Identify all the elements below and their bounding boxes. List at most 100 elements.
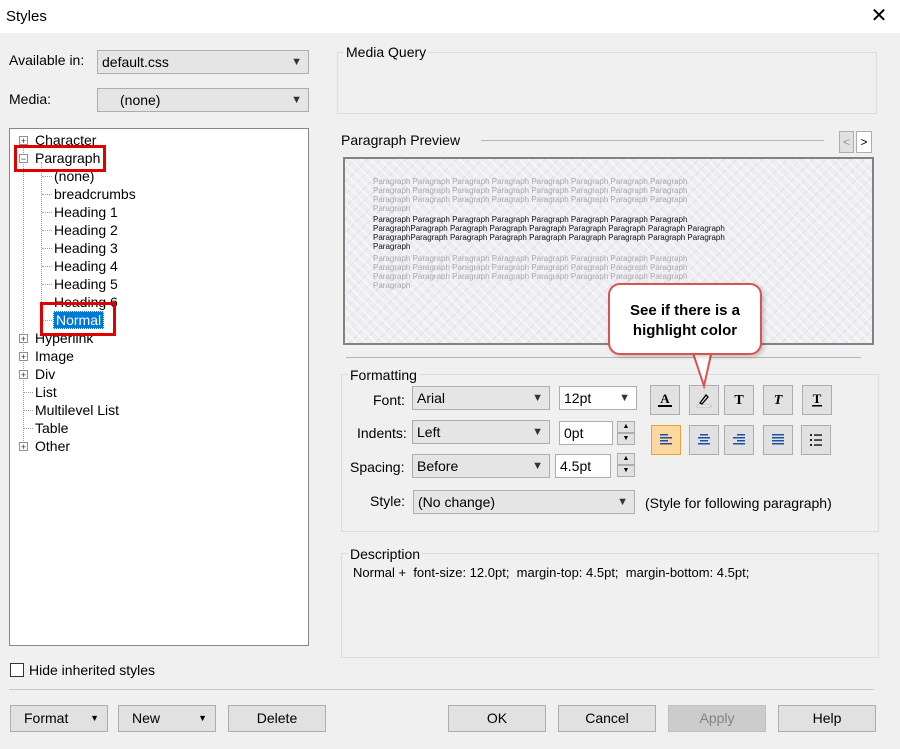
chevron-down-icon: ▼: [617, 496, 628, 508]
font-color-icon[interactable]: A: [650, 385, 680, 415]
description-label: Description: [348, 546, 423, 562]
spacing-label: Spacing:: [350, 459, 405, 475]
highlight-box-paragraph: [14, 145, 106, 172]
tree-item-heading-3[interactable]: Heading 3: [54, 240, 118, 256]
media-query-label: Media Query: [344, 44, 429, 60]
formatting-divider: [346, 357, 861, 358]
preview-text-after: Paragraph: [373, 281, 411, 290]
help-button[interactable]: Help: [778, 705, 876, 732]
tree-item-heading-1[interactable]: Heading 1: [54, 204, 118, 220]
font-select[interactable]: Arial ▼: [412, 386, 550, 410]
preview-divider: [481, 140, 824, 141]
hide-inherited-label: Hide inherited styles: [29, 662, 156, 678]
style-note: (Style for following paragraph): [645, 495, 832, 511]
dropdown-arrow-icon: ▼: [90, 713, 99, 723]
expand-plus-icon[interactable]: +: [19, 136, 28, 146]
delete-button[interactable]: Delete: [228, 705, 326, 732]
spin-up-icon[interactable]: ▲: [617, 453, 635, 465]
font-value: Arial: [417, 390, 446, 406]
spacing-value: Before: [417, 458, 459, 474]
svg-text:T: T: [813, 391, 822, 406]
expand-plus-icon[interactable]: +: [19, 334, 28, 344]
cancel-button[interactable]: Cancel: [558, 705, 656, 732]
svg-text:T: T: [774, 393, 784, 408]
style-select[interactable]: (No change) ▼: [413, 490, 635, 514]
available-in-select[interactable]: default.css ▼: [97, 50, 309, 74]
new-button-label: New: [132, 710, 161, 726]
svg-text:A: A: [660, 391, 670, 406]
tree-item-div[interactable]: Div: [35, 366, 55, 382]
chevron-down-icon: ▼: [291, 56, 302, 68]
available-in-label: Available in:: [9, 52, 85, 68]
hide-inherited-checkbox[interactable]: [10, 663, 24, 677]
available-in-value: default.css: [102, 54, 169, 70]
preview-prev-button[interactable]: <: [839, 131, 854, 153]
spin-down-icon[interactable]: ▼: [617, 433, 635, 445]
justify-icon[interactable]: [763, 425, 793, 455]
style-value: (No change): [418, 494, 496, 510]
annotation-callout: See if there is a highlight color: [608, 283, 762, 355]
preview-text-before: Paragraph: [373, 204, 411, 213]
formatting-label: Formatting: [348, 367, 419, 383]
expand-plus-icon[interactable]: +: [19, 442, 28, 452]
spacing-select[interactable]: Before ▼: [412, 454, 550, 478]
description-text: Normal + font-size: 12.0pt; margin-top: …: [353, 565, 750, 580]
font-label: Font:: [373, 392, 405, 408]
new-button[interactable]: New ▼: [118, 705, 216, 732]
spacing-amount-input[interactable]: 4.5pt: [555, 454, 611, 478]
preview-text-before: Paragraph Paragraph Paragraph Paragraph …: [373, 195, 688, 204]
tree-item-heading-5[interactable]: Heading 5: [54, 276, 118, 292]
media-value: (none): [120, 92, 161, 108]
chevron-down-icon: ▼: [532, 460, 543, 472]
tree-item-other[interactable]: Other: [35, 438, 70, 454]
preview-label: Paragraph Preview: [341, 132, 461, 148]
chevron-down-icon: ▼: [532, 392, 543, 404]
italic-icon[interactable]: T: [763, 385, 793, 415]
tree-item-image[interactable]: Image: [35, 348, 74, 364]
svg-text:T: T: [734, 393, 744, 408]
format-button-label: Format: [24, 710, 69, 726]
spin-up-icon[interactable]: ▲: [617, 421, 635, 433]
expand-plus-icon[interactable]: +: [19, 352, 28, 362]
chevron-down-icon: ▼: [291, 94, 302, 106]
indents-label: Indents:: [357, 425, 407, 441]
tree-item-heading-2[interactable]: Heading 2: [54, 222, 118, 238]
preview-text-current: Paragraph: [373, 242, 411, 251]
format-button[interactable]: Format ▼: [10, 705, 108, 732]
highlight-box-normal: [40, 302, 116, 336]
media-label: Media:: [9, 91, 52, 107]
dropdown-arrow-icon: ▼: [198, 713, 207, 723]
close-icon[interactable]: ✕: [868, 4, 890, 28]
bold-icon[interactable]: T: [724, 385, 754, 415]
style-tree[interactable]: + Character − Paragraph (none) breadcrum…: [9, 128, 309, 646]
chevron-down-icon: ▼: [532, 426, 543, 438]
underline-icon[interactable]: T: [802, 385, 832, 415]
callout-pointer: [690, 350, 714, 390]
tree-item-heading-4[interactable]: Heading 4: [54, 258, 118, 274]
indents-select[interactable]: Left ▼: [412, 420, 550, 444]
expand-plus-icon[interactable]: +: [19, 370, 28, 380]
title-bar: Styles ✕: [0, 0, 900, 33]
align-left-icon[interactable]: [651, 425, 681, 455]
apply-button[interactable]: Apply: [668, 705, 766, 732]
indents-value: Left: [417, 424, 441, 440]
preview-next-button[interactable]: >: [856, 131, 872, 153]
window-title: Styles: [6, 8, 47, 25]
align-right-icon[interactable]: [724, 425, 754, 455]
tree-item-multilevel-list[interactable]: Multilevel List: [35, 402, 119, 418]
tree-item-breadcrumbs[interactable]: breadcrumbs: [54, 186, 136, 202]
style-label: Style:: [370, 493, 406, 509]
spin-down-icon[interactable]: ▼: [617, 465, 635, 477]
bullet-list-icon[interactable]: [801, 425, 831, 455]
footer-divider: [9, 689, 874, 690]
media-select[interactable]: (none) ▼: [97, 88, 309, 112]
indents-amount-input[interactable]: 0pt: [559, 421, 613, 445]
chevron-down-icon: ▼: [619, 392, 630, 404]
font-size-select[interactable]: 12pt ▼: [559, 386, 637, 410]
align-center-icon[interactable]: [689, 425, 719, 455]
media-query-group: [337, 52, 877, 114]
tree-item-table[interactable]: Table: [35, 420, 68, 436]
tree-item-list[interactable]: List: [35, 384, 57, 400]
ok-button[interactable]: OK: [448, 705, 546, 732]
font-size-value: 12pt: [564, 390, 592, 406]
